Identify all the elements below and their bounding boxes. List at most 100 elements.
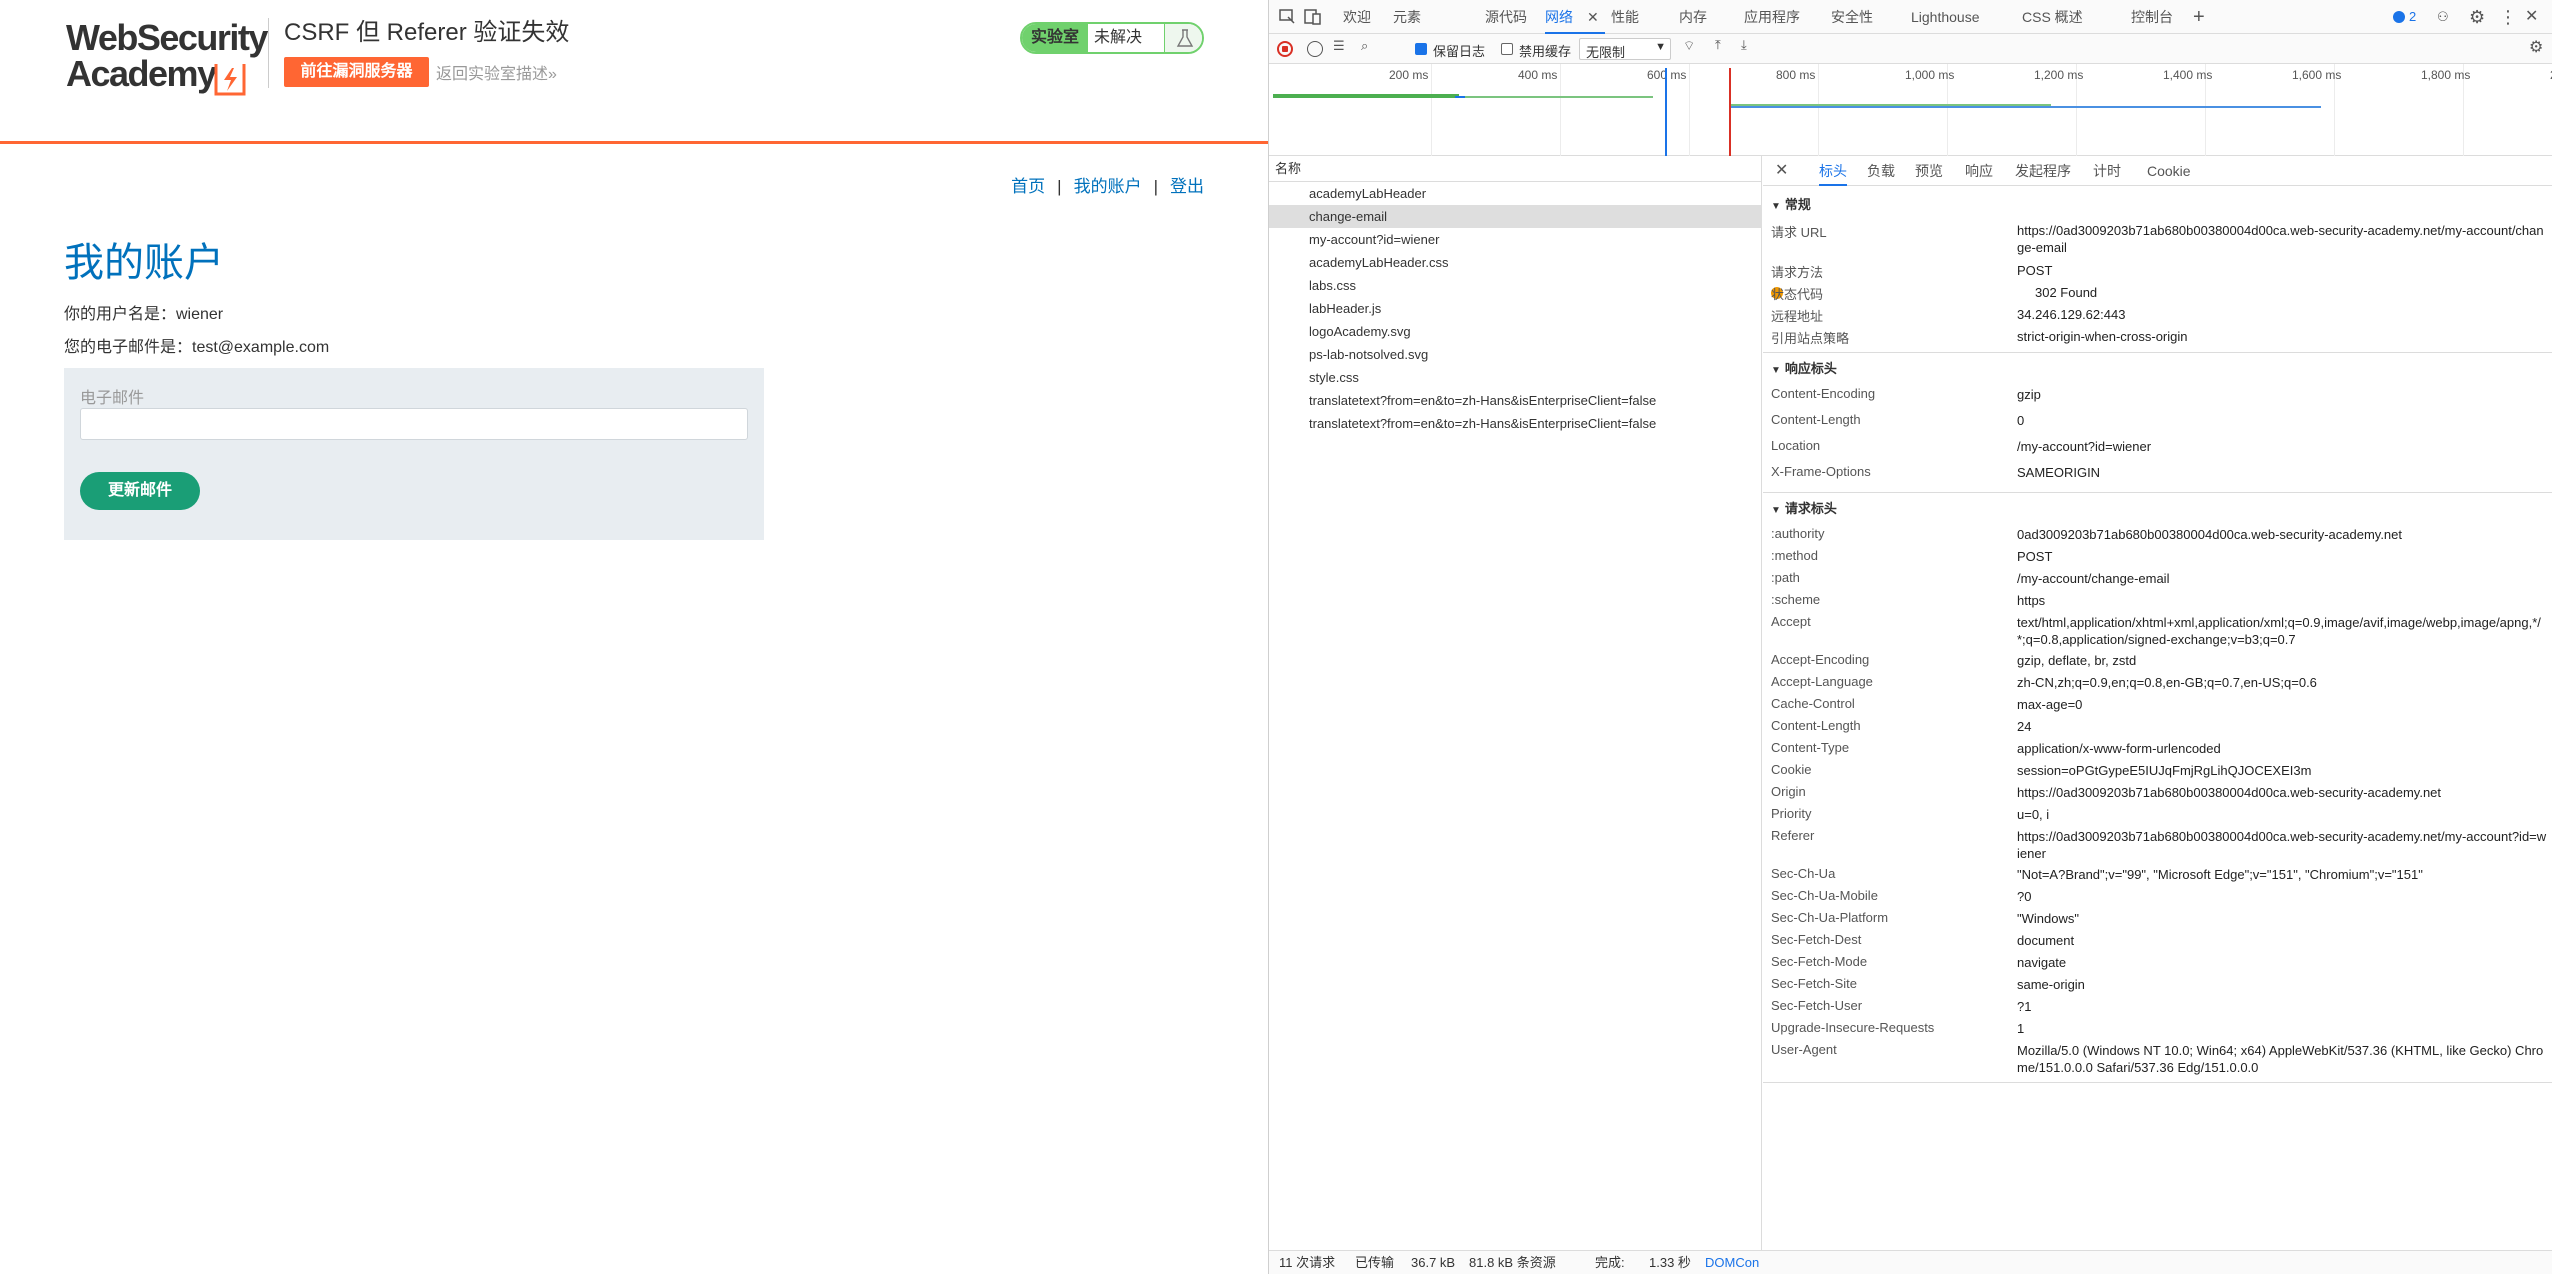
more-options-icon[interactable]: ⋮ bbox=[2499, 0, 2517, 34]
filter-icon[interactable]: ☰ bbox=[1333, 38, 1345, 54]
header-name: Sec-Fetch-Dest bbox=[1771, 932, 1862, 947]
tab-performance[interactable]: 性能 bbox=[1611, 0, 1639, 34]
detail-tab[interactable]: 预览 bbox=[1915, 156, 1943, 186]
tab-css-overview[interactable]: CSS 概述 bbox=[2022, 0, 2083, 34]
nav-separator: | bbox=[1057, 177, 1062, 196]
request-row[interactable]: ps-lab-notsolved.svg bbox=[1269, 343, 1762, 366]
import-har-icon[interactable]: ⤒ bbox=[1715, 37, 1721, 53]
section-header[interactable]: ▼ 常规 bbox=[1771, 194, 1811, 213]
update-email-button[interactable]: 更新邮件 bbox=[80, 472, 200, 510]
header-value: 24 bbox=[2017, 719, 2032, 734]
section-header[interactable]: ▼ 响应标头 bbox=[1771, 358, 1837, 377]
devtools-tab-bar: 欢迎 元素 源代码 网络 ✕ 性能 内存 应用程序 安全性 Lighthouse… bbox=[1269, 0, 2552, 34]
email-text: 您的电子邮件是：test@example.com bbox=[64, 339, 330, 356]
detail-tab[interactable]: 标头 bbox=[1819, 156, 1847, 186]
header-name: Sec-Ch-Ua-Mobile bbox=[1771, 888, 1878, 903]
request-row[interactable]: translatetext?from=en&to=zh-Hans&isEnter… bbox=[1269, 412, 1762, 435]
network-overview-timeline[interactable]: 200 ms 400 ms 600 ms 800 ms 1,000 ms 1,200 ms… bbox=[1269, 64, 2552, 156]
search-icon[interactable]: ⌕ bbox=[1361, 38, 1368, 54]
status-finish-label: 完成: bbox=[1595, 1255, 1625, 1270]
nav-my-account-link[interactable]: 我的账户 bbox=[1074, 177, 1142, 196]
timeline-gridline bbox=[1560, 64, 1561, 156]
disable-cache-checkbox[interactable] bbox=[1501, 43, 1513, 55]
network-conditions-icon[interactable]: ⌔ bbox=[1683, 38, 1695, 54]
tab-sources[interactable]: 源代码 bbox=[1485, 0, 1527, 34]
section-header[interactable]: ▼ 请求标头 bbox=[1771, 498, 1837, 517]
back-to-lab-description-link[interactable]: 返回实验室描述» bbox=[436, 60, 557, 84]
request-list: 名称 academyLabHeader change-email my-accoun… bbox=[1269, 156, 1762, 1250]
header-value: https bbox=[2017, 593, 2046, 608]
email-field[interactable] bbox=[80, 408, 748, 440]
detail-tab[interactable]: 计时 bbox=[2093, 156, 2121, 186]
web-security-academy-logo[interactable]: WebSecurity Academy bbox=[66, 18, 268, 98]
device-toolbar-icon[interactable] bbox=[1303, 7, 1323, 27]
nav-logout-link[interactable]: 登出 bbox=[1170, 177, 1204, 196]
lab-title: CSRF 但 Referer 验证失效 bbox=[284, 19, 570, 46]
header-value: "Not=A?Brand";v="99", "Microsoft Edge";v… bbox=[2017, 867, 2423, 882]
detail-tab[interactable]: 发起程序 bbox=[2015, 156, 2071, 186]
request-row[interactable]: change-email bbox=[1269, 205, 1762, 228]
detail-tab[interactable]: Cookie bbox=[2147, 156, 2191, 186]
header-name: 远程地址 bbox=[1771, 309, 1824, 324]
header-value: document bbox=[2017, 933, 2075, 948]
header-name: Content-Type bbox=[1771, 740, 1850, 755]
network-toolbar: ☰ ⌕ 保留日志 禁用缓存 无限制 ▼ ⌔ ⤒ ⤓ ⚙ bbox=[1269, 34, 2552, 64]
export-har-icon[interactable]: ⤓ bbox=[1741, 37, 1747, 53]
nav-home-link[interactable]: 首页 bbox=[1011, 177, 1045, 196]
close-detail-icon[interactable]: ✕ bbox=[1775, 156, 1788, 186]
timeline-tick-label: 800 ms bbox=[1776, 68, 1816, 82]
request-detail: ✕ 标头 负载 预览 响应 发起程序 计时 Cookie ▼ 常规 请求 URL https://… bbox=[1763, 156, 2552, 1250]
column-header-name[interactable]: 名称 bbox=[1269, 156, 1762, 182]
header-name: 状态代码 bbox=[1771, 287, 1824, 302]
close-devtools-icon[interactable]: ✕ bbox=[2525, 0, 2538, 34]
request-row[interactable]: academyLabHeader bbox=[1269, 182, 1762, 205]
lab-status-widget: 实验室 未解决 bbox=[1020, 22, 1204, 54]
goto-exploit-server-button[interactable]: 前往漏洞服务器 bbox=[284, 57, 429, 87]
header-name: Referer bbox=[1771, 828, 1815, 843]
tab-console[interactable]: 控制台 bbox=[2131, 0, 2173, 34]
change-email-form: 电子邮件 更新邮件 bbox=[64, 368, 764, 540]
tab-security[interactable]: 安全性 bbox=[1831, 0, 1873, 34]
timeline-tick-label: 200 ms bbox=[1389, 68, 1429, 82]
detail-tab[interactable]: 响应 bbox=[1965, 156, 1993, 186]
request-row[interactable]: labs.css bbox=[1269, 274, 1762, 297]
inspect-icon[interactable] bbox=[1277, 7, 1297, 27]
status-transferred-size: 36.7 kB bbox=[1411, 1255, 1456, 1270]
network-settings-icon[interactable]: ⚙ bbox=[2529, 37, 2543, 57]
lab-header: WebSecurity Academy CSRF 但 Referer 验证失效 … bbox=[0, 0, 1268, 144]
header-name: :path bbox=[1771, 570, 1800, 585]
section-divider bbox=[1763, 352, 2552, 353]
header-value: max-age=0 bbox=[2017, 697, 2083, 712]
request-row[interactable]: my-account?id=wiener bbox=[1269, 228, 1762, 251]
request-row[interactable]: style.css bbox=[1269, 366, 1762, 389]
add-tab-icon[interactable]: + bbox=[2193, 0, 2205, 34]
throttle-select[interactable]: 无限制 ▼ bbox=[1579, 38, 1671, 60]
header-name: User-Agent bbox=[1771, 1042, 1837, 1057]
request-row[interactable]: translatetext?from=en&to=zh-Hans&isEnter… bbox=[1269, 389, 1762, 412]
issues-icon[interactable] bbox=[2393, 11, 2405, 23]
customize-icon[interactable]: ⚇ bbox=[2437, 0, 2449, 34]
header-name: Origin bbox=[1771, 784, 1806, 799]
tab-network[interactable]: 网络 ✕ bbox=[1545, 0, 1605, 34]
preserve-log-label: 保留日志 bbox=[1433, 44, 1486, 59]
tab-memory[interactable]: 内存 bbox=[1679, 0, 1707, 34]
issues-count: 2 bbox=[2409, 9, 2417, 24]
preserve-log-checkbox[interactable] bbox=[1415, 43, 1427, 55]
tab-application[interactable]: 应用程序 bbox=[1744, 0, 1800, 34]
tab-welcome[interactable]: 欢迎 bbox=[1343, 0, 1371, 34]
request-row[interactable]: logoAcademy.svg bbox=[1269, 320, 1762, 343]
settings-icon[interactable]: ⚙ bbox=[2469, 0, 2485, 34]
detail-tab[interactable]: 负载 bbox=[1867, 156, 1895, 186]
close-tab-icon[interactable]: ✕ bbox=[1587, 0, 1599, 34]
tab-lighthouse[interactable]: Lighthouse bbox=[1911, 0, 1980, 34]
tab-elements[interactable]: 元素 bbox=[1393, 0, 1421, 34]
clear-icon[interactable] bbox=[1307, 41, 1323, 57]
header-name: Sec-Ch-Ua-Platform bbox=[1771, 910, 1889, 925]
header-value: session=oPGtGypeE5IUJqFmjRgLihQJOCEXEI3m bbox=[2017, 763, 2312, 778]
request-row[interactable]: labHeader.js bbox=[1269, 297, 1762, 320]
request-row[interactable]: academyLabHeader.css bbox=[1269, 251, 1762, 274]
record-icon[interactable] bbox=[1277, 41, 1293, 57]
header-value: SAMEORIGIN bbox=[2017, 465, 2101, 480]
top-nav: 首页 | 我的账户 | 登出 bbox=[1011, 172, 1204, 197]
header-value: Mozilla/5.0 (Windows NT 10.0; Win64; x64… bbox=[2017, 1043, 2544, 1075]
